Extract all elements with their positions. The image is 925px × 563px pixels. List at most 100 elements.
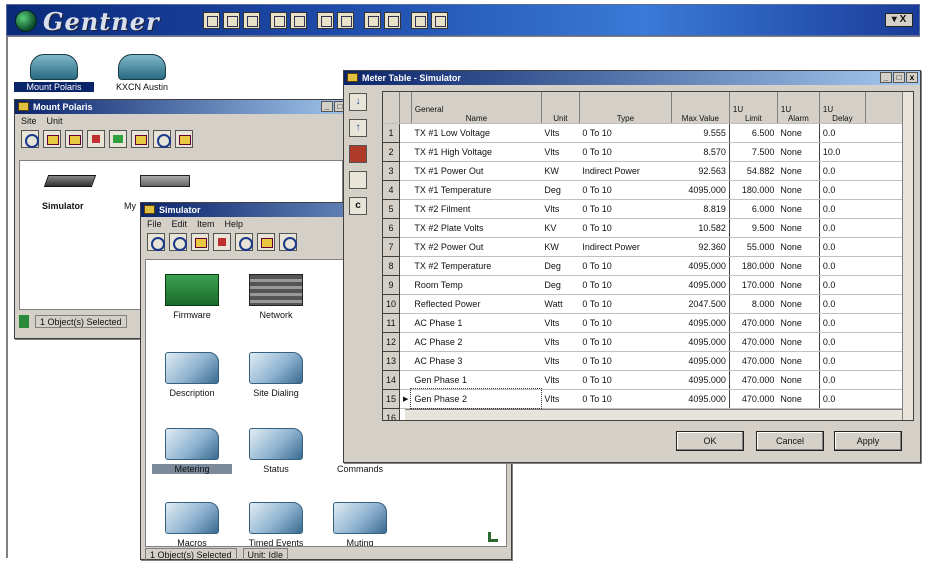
cell-max-value[interactable]: 4095.000 (671, 180, 730, 200)
cell-alarm[interactable]: None (777, 351, 820, 371)
cell-unit[interactable]: KV (541, 218, 580, 238)
table-row[interactable]: 6 TX #2 Plate Volts KV 0 To 10 10.582 9.500 No… (383, 218, 906, 238)
cell-name[interactable]: TX #2 Temperature (411, 256, 542, 276)
table-row[interactable]: 1 TX #1 Low Voltage Vlts 0 To 10 9.555 6.500 N… (383, 123, 906, 143)
table-row[interactable]: 10 Reflected Power Watt 0 To 10 2047.500 8.00… (383, 294, 906, 314)
table-row[interactable]: 7 TX #2 Power Out KW Indirect Power 92.360 55… (383, 237, 906, 257)
filter-icon[interactable] (235, 233, 253, 251)
cell-unit[interactable]: Vlts (541, 389, 580, 409)
open-folder-icon[interactable] (243, 12, 260, 29)
cell-limit[interactable]: 54.882 (728, 161, 778, 181)
cell-unit[interactable]: Deg (541, 275, 580, 295)
edit-icon[interactable] (109, 130, 127, 148)
cell-name[interactable]: TX #2 Power Out (411, 237, 542, 257)
refresh-icon[interactable] (21, 130, 39, 148)
table-row[interactable]: 14 Gen Phase 1 Vlts 0 To 10 4095.000 470.000 N… (383, 370, 906, 390)
table-row[interactable]: 2 TX #1 High Voltage Vlts 0 To 10 8.570 7.500… (383, 142, 906, 162)
window-controls[interactable]: ▾ X (885, 13, 913, 27)
table-row[interactable]: 13 AC Phase 3 Vlts 0 To 10 4095.000 470.000 No… (383, 351, 906, 371)
cell-alarm[interactable]: None (777, 389, 820, 409)
report-icon[interactable] (317, 12, 334, 29)
menu-item[interactable]: Item (197, 219, 215, 229)
cell-limit[interactable]: 6.000 (728, 199, 778, 219)
device-label[interactable]: Simulator (42, 201, 84, 211)
menu-site[interactable]: Site (21, 116, 37, 126)
cell-limit[interactable]: 9.500 (728, 218, 778, 238)
calendar-icon[interactable] (364, 12, 381, 29)
connect-icon[interactable] (270, 12, 287, 29)
cell-alarm[interactable]: None (777, 218, 820, 238)
cell-max-value[interactable]: 92.563 (671, 161, 730, 181)
item-firmware[interactable]: Firmware (152, 274, 232, 320)
meter-icon[interactable] (431, 12, 448, 29)
cell-delay[interactable]: 0.0 (818, 351, 866, 371)
cell-delay[interactable]: 0.0 (818, 123, 866, 143)
item-network[interactable]: Network (236, 274, 316, 320)
limit-header[interactable]: 1U Limit (729, 92, 778, 124)
cell-unit[interactable]: Vlts (541, 351, 580, 371)
cell-delay[interactable]: 0.0 (818, 275, 866, 295)
cell-unit[interactable]: Vlts (541, 370, 580, 390)
max-value-header[interactable]: Max Value (671, 92, 730, 124)
item-metering[interactable]: Metering (152, 428, 232, 474)
move-up-icon[interactable]: ↑ (349, 119, 367, 137)
help-icon[interactable] (175, 130, 193, 148)
cell-alarm[interactable]: None (777, 313, 820, 333)
filter-icon[interactable] (384, 12, 401, 29)
cell-limit[interactable]: 55.000 (728, 237, 778, 257)
cell-type[interactable]: 0 To 10 (579, 180, 672, 200)
menu-edit[interactable]: Edit (172, 219, 188, 229)
cell-limit[interactable]: 7.500 (728, 142, 778, 162)
cell-unit[interactable]: Deg (541, 256, 580, 276)
cell-type[interactable]: 0 To 10 (579, 142, 672, 162)
resize-grip-icon[interactable] (488, 532, 498, 542)
properties-icon[interactable] (131, 130, 149, 148)
mount-polaris-titlebar[interactable]: Mount Polaris _□x (15, 100, 361, 114)
cell-limit[interactable]: 470.000 (728, 351, 778, 371)
cell-unit[interactable]: KW (541, 237, 580, 257)
cell-name[interactable]: TX #1 High Voltage (411, 142, 542, 162)
cell-unit[interactable]: Vlts (541, 313, 580, 333)
meter-grid[interactable]: General Name Unit Type Max Value 1U Limi… (382, 91, 914, 421)
cell-type[interactable]: 0 To 10 (579, 370, 672, 390)
cell-unit[interactable]: KW (541, 161, 580, 181)
cell-max-value[interactable]: 10.582 (671, 218, 730, 238)
cell-type[interactable]: Indirect Power (579, 237, 672, 257)
cell-type[interactable]: 0 To 10 (579, 313, 672, 333)
cell-unit[interactable]: Vlts (541, 199, 580, 219)
cell-unit[interactable]: Vlts (541, 123, 580, 143)
cell-limit[interactable]: 8.000 (728, 294, 778, 314)
cell-max-value[interactable]: 9.555 (671, 123, 730, 143)
cell-max-value[interactable]: 4095.000 (671, 351, 730, 371)
cell-max-value[interactable]: 4095.000 (671, 275, 730, 295)
cell-delay[interactable]: 10.0 (818, 142, 866, 162)
cell-delay[interactable]: 0.0 (818, 294, 866, 314)
alarm-header[interactable]: 1U Alarm (777, 92, 820, 124)
cell-name[interactable]: TX #1 Temperature (411, 180, 542, 200)
cell-alarm[interactable]: None (777, 370, 820, 390)
cell-limit[interactable]: 6.500 (728, 123, 778, 143)
type-header[interactable]: Type (579, 92, 672, 124)
cell-unit[interactable]: Vlts (541, 332, 580, 352)
cell-max-value[interactable]: 4095.000 (671, 370, 730, 390)
cell-unit[interactable]: Watt (541, 294, 580, 314)
meter-table-titlebar[interactable]: Meter Table - Simulator _ □ x (344, 71, 920, 85)
delete-row-icon[interactable] (349, 145, 367, 163)
table-row[interactable]: 8 TX #2 Temperature Deg 0 To 10 4095.000 180.… (383, 256, 906, 276)
clear-icon[interactable]: c (349, 197, 367, 215)
device-label[interactable]: My (124, 201, 136, 211)
cell-name[interactable]: TX #1 Power Out (411, 161, 542, 181)
move-down-icon[interactable]: ↓ (349, 93, 367, 111)
cell-type[interactable]: 0 To 10 (579, 218, 672, 238)
open-icon[interactable] (43, 130, 61, 148)
cell-delay[interactable]: 0.0 (818, 180, 866, 200)
cell-max-value[interactable]: 4095.000 (671, 332, 730, 352)
report-icon[interactable] (87, 130, 105, 148)
item-status[interactable]: Status (236, 428, 316, 474)
cell-alarm[interactable]: None (777, 123, 820, 143)
cell-delay[interactable]: 0.0 (818, 161, 866, 181)
cell-name[interactable]: Reflected Power (411, 294, 542, 314)
cell-delay[interactable]: 0.0 (818, 256, 866, 276)
menu-help[interactable]: Help (225, 219, 244, 229)
table-row[interactable]: 9 Room Temp Deg 0 To 10 4095.000 170.000 None 0… (383, 275, 906, 295)
